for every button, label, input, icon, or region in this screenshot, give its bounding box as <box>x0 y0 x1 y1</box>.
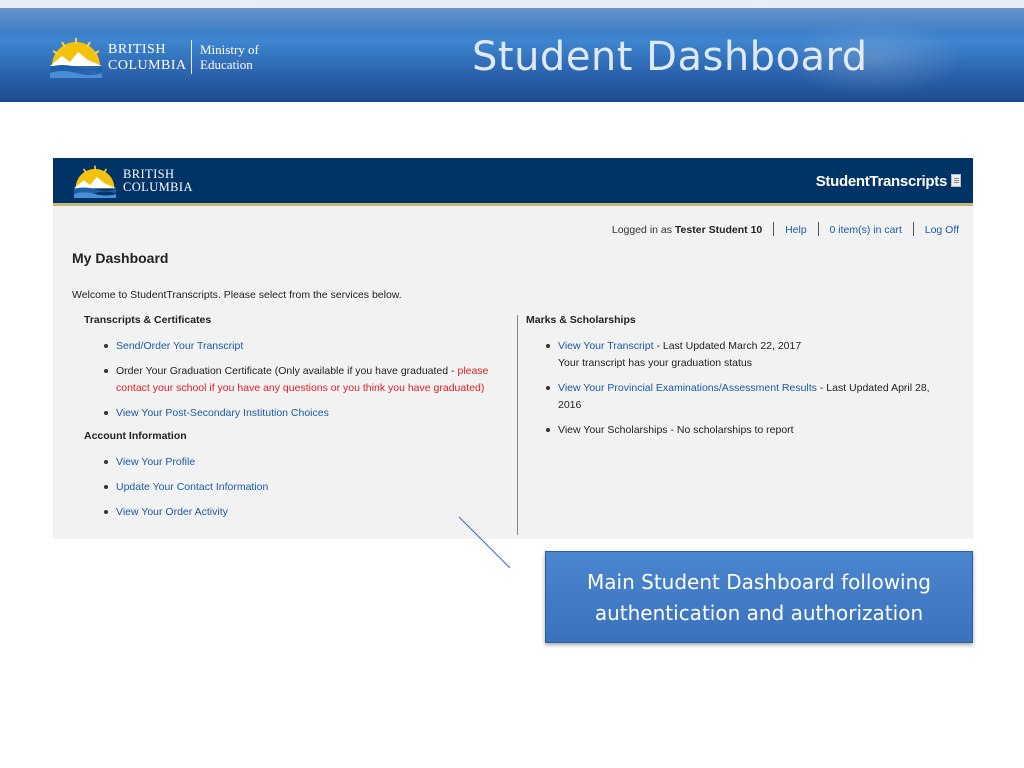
callout-box: Main Student Dashboard following authent… <box>545 551 973 643</box>
callout-line2: authentication and authorization <box>594 601 924 625</box>
callout-pointer-line <box>458 516 511 569</box>
callout-line1: Main Student Dashboard following <box>587 570 931 594</box>
